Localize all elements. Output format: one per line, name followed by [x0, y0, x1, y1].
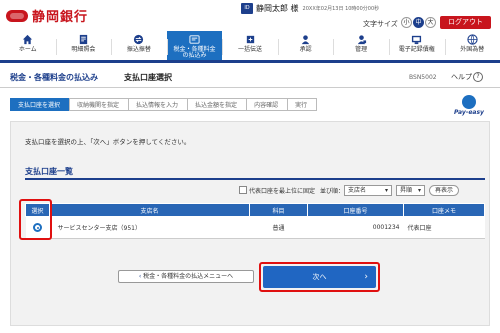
- step-execute: 実行: [287, 98, 318, 111]
- progress-steps: 支払口座を選択 収納機関を指定 払込情報を入力 払込金額を指定 内容確認 実行: [10, 98, 318, 111]
- pin-primary-label: 代表口座を最上位に固定: [249, 187, 316, 195]
- help-link[interactable]: ヘルプ: [451, 72, 472, 82]
- sort-label: 並び順：: [320, 187, 345, 195]
- pin-primary-checkbox[interactable]: [239, 186, 247, 194]
- payeasy-text: Pay-easy: [454, 109, 484, 116]
- sort-select-value: 支店名: [348, 186, 367, 194]
- col-account-header: 口座番号: [307, 203, 404, 217]
- step-amount: 払込金額を指定: [187, 98, 247, 111]
- next-button-label: 次へ: [312, 273, 327, 281]
- order-select-value: 昇順: [400, 186, 413, 194]
- app-header: 静岡銀行 ID 静岡太郎 様 20XX年02月13日 10時00分00秒 文字サ…: [0, 0, 500, 34]
- sort-select[interactable]: 支店名 ▾: [344, 184, 393, 196]
- nav-home-label: ホーム: [18, 46, 37, 53]
- manage-icon: [357, 35, 366, 45]
- user-info: ID 静岡太郎 様 20XX年02月13日 10時00分00秒: [241, 3, 379, 14]
- chevron-down-icon: ▾: [385, 186, 389, 194]
- batch-icon: [246, 35, 254, 44]
- memo-cell: 代表口座: [403, 216, 485, 239]
- global-nav: ホーム 明細照会 振込振替 税金・各種料金の払込み 一括伝送 承認 管理 電子記…: [0, 31, 500, 63]
- instruction-message: 支払口座を選択の上、「次へ」ボタンを押してください。: [25, 138, 191, 146]
- font-size-large-button[interactable]: 大: [425, 17, 436, 28]
- nav-approve-label: 承認: [299, 46, 312, 53]
- nav-manage-label: 管理: [355, 46, 368, 53]
- col-memo-header: 口座メモ: [403, 203, 485, 217]
- help-icon[interactable]: ?: [473, 72, 483, 82]
- type-cell: 普通: [249, 216, 308, 239]
- page-title: 支払口座選択: [124, 73, 172, 82]
- nav-tax-payment-label: 税金・各種料金の払込み: [173, 46, 216, 59]
- section-divider: [25, 178, 485, 180]
- chevron-down-icon: ▾: [418, 186, 422, 194]
- nav-e-bond[interactable]: 電子記録債権: [388, 31, 445, 60]
- nav-transfer[interactable]: 振込振替: [111, 31, 167, 60]
- user-name: 静岡太郎 様: [256, 4, 299, 13]
- last-login-time: 20XX年02月13日 10時00分00秒: [302, 6, 380, 12]
- approve-icon: [301, 35, 310, 45]
- e-bond-icon: [412, 35, 422, 45]
- nav-forex[interactable]: 外国為替: [444, 31, 500, 60]
- step-label: 払込金額を指定: [195, 102, 238, 109]
- font-size-medium-button[interactable]: 中: [413, 17, 424, 28]
- col-type-header: 科目: [249, 203, 308, 217]
- step-label: 内容確認: [254, 102, 279, 109]
- home-icon: [23, 34, 33, 45]
- main-panel: 支払口座を選択の上、「次へ」ボタンを押してください。 支払口座一覧 代表口座を最…: [10, 121, 490, 326]
- payeasy-mark-icon: [462, 95, 476, 109]
- chevron-right-icon: ›: [364, 272, 368, 282]
- account-cell: 0001234: [307, 216, 404, 239]
- step-label: 支払口座を選択: [18, 102, 61, 109]
- document-icon: [79, 34, 88, 45]
- page-title-bar: 税金・各種料金の払込み 支払口座選択 BSN5002 ヘルプ ?: [0, 66, 500, 88]
- bank-name: 静岡銀行: [32, 10, 89, 25]
- logout-button[interactable]: ログアウト: [440, 16, 491, 29]
- branch-cell: サービスセンター支店（951）: [49, 216, 250, 239]
- user-id-icon: ID: [241, 3, 253, 14]
- screen-code: BSN5002: [409, 74, 437, 81]
- redisplay-button[interactable]: 再表示: [429, 184, 460, 196]
- nav-batch[interactable]: 一括伝送: [222, 31, 278, 60]
- nav-e-bond-label: 電子記録債権: [398, 46, 435, 53]
- select-column-highlight: [19, 199, 52, 240]
- step-label: 実行: [295, 102, 308, 109]
- account-table: 選択 支店名 科目 口座番号 口座メモ サービスセンター支店（951） 普通 0…: [25, 203, 485, 239]
- transfer-icon: [134, 34, 144, 45]
- col-branch-header: 支店名: [49, 203, 250, 217]
- section-title: 支払口座一覧: [25, 167, 73, 176]
- bank-logo[interactable]: 静岡銀行: [6, 6, 88, 25]
- table-row[interactable]: サービスセンター支店（951） 普通 0001234 代表口座: [25, 216, 485, 239]
- next-button[interactable]: 次へ ›: [263, 266, 376, 288]
- font-size-label: 文字サイズ: [363, 20, 398, 28]
- step-confirm: 内容確認: [246, 98, 288, 111]
- font-size-small-button[interactable]: 小: [401, 17, 412, 28]
- page-category: 税金・各種料金の払込み: [10, 73, 98, 82]
- step-specify-agency: 収納機関を指定: [69, 98, 129, 111]
- step-select-account: 支払口座を選択: [10, 98, 70, 111]
- nav-statements[interactable]: 明細照会: [55, 31, 112, 60]
- back-button-label: 税金・各種料金の払込メニューへ: [143, 273, 234, 280]
- nav-batch-label: 一括伝送: [238, 46, 263, 53]
- step-label: 収納機関を指定: [77, 102, 120, 109]
- nav-forex-label: 外国為替: [460, 46, 485, 53]
- payeasy-logo: Pay-easy: [454, 95, 484, 121]
- nav-transfer-label: 振込振替: [126, 46, 151, 53]
- back-to-menu-button[interactable]: ‹ 税金・各種料金の払込メニューへ: [118, 270, 254, 283]
- step-label: 払込情報を入力: [136, 102, 179, 109]
- nav-tax-payment[interactable]: 税金・各種料金の払込み: [166, 31, 223, 60]
- order-select[interactable]: 昇順 ▾: [396, 184, 426, 196]
- forex-icon: [467, 34, 478, 45]
- nav-approve[interactable]: 承認: [277, 31, 334, 60]
- step-input-info: 払込情報を入力: [128, 98, 188, 111]
- tax-payment-icon: [189, 35, 200, 44]
- bank-logo-mark-icon: [6, 9, 28, 22]
- list-controls: 代表口座を最上位に固定 並び順： 支店名 ▾ 昇順 ▾ 再表示: [239, 184, 460, 196]
- nav-home[interactable]: ホーム: [0, 31, 56, 60]
- nav-statements-label: 明細照会: [71, 46, 96, 53]
- nav-manage[interactable]: 管理: [333, 31, 389, 60]
